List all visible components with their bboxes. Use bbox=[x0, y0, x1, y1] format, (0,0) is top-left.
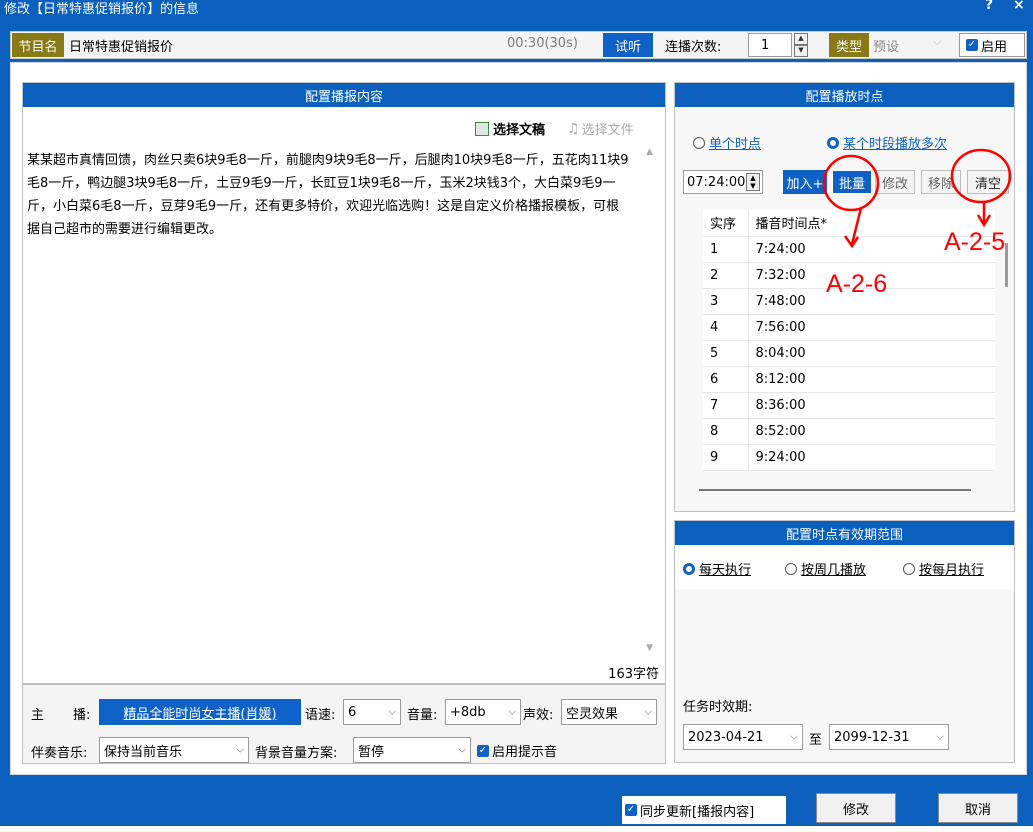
modify-button[interactable]: 修改 bbox=[816, 793, 896, 823]
annotation-overlay bbox=[822, 148, 1012, 249]
cancel-button[interactable]: 取消 bbox=[938, 793, 1018, 823]
annotation-a25: A-2-5 bbox=[944, 228, 1006, 256]
sync-checkbox[interactable]: ✓ 同步更新[播报内容] bbox=[622, 796, 786, 824]
clear-highlight-circle bbox=[950, 148, 1012, 204]
sync-label: 同步更新[播报内容] bbox=[640, 804, 755, 820]
batch-highlight-circle bbox=[822, 154, 880, 212]
annotation-a26: A-2-6 bbox=[826, 270, 888, 298]
check-icon: ✓ bbox=[625, 804, 637, 816]
